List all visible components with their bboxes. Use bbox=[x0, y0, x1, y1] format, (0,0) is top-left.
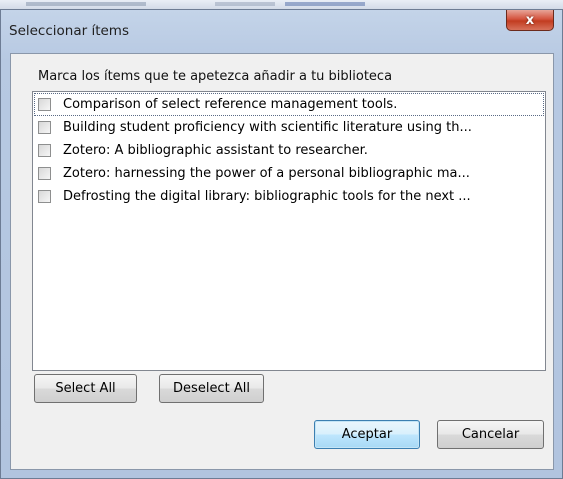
item-label: Zotero: harnessing the power of a person… bbox=[63, 166, 470, 181]
title-bar[interactable]: Seleccionar ítems x bbox=[1, 10, 562, 54]
item-label: Defrosting the digital library: bibliogr… bbox=[63, 189, 471, 204]
list-item[interactable]: Building student proficiency with scient… bbox=[34, 116, 544, 139]
dialog-content: Marca los ítems que te apetezca añadir a… bbox=[10, 53, 554, 470]
item-checkbox[interactable] bbox=[38, 98, 51, 111]
item-label: Comparison of select reference managemen… bbox=[63, 97, 398, 112]
select-items-dialog: Seleccionar ítems x Marca los ítems que … bbox=[0, 9, 563, 479]
items-list[interactable]: Comparison of select reference managemen… bbox=[32, 91, 546, 371]
background-window-detail bbox=[285, 2, 365, 6]
item-label: Building student proficiency with scient… bbox=[63, 120, 472, 135]
background-window-edge bbox=[0, 0, 563, 9]
list-item[interactable]: Zotero: harnessing the power of a person… bbox=[34, 162, 544, 185]
list-item[interactable]: Comparison of select reference managemen… bbox=[34, 93, 544, 116]
background-window-detail bbox=[215, 2, 275, 6]
item-label: Zotero: A bibliographic assistant to res… bbox=[63, 143, 368, 158]
item-checkbox[interactable] bbox=[38, 167, 51, 180]
accept-button[interactable]: Aceptar bbox=[314, 420, 420, 449]
list-item[interactable]: Defrosting the digital library: bibliogr… bbox=[34, 185, 544, 208]
item-checkbox[interactable] bbox=[38, 121, 51, 134]
deselect-all-button[interactable]: Deselect All bbox=[159, 374, 264, 403]
item-checkbox[interactable] bbox=[38, 144, 51, 157]
list-item[interactable]: Zotero: A bibliographic assistant to res… bbox=[34, 139, 544, 162]
cancel-button[interactable]: Cancelar bbox=[437, 420, 544, 449]
item-checkbox[interactable] bbox=[38, 190, 51, 203]
background-window-detail bbox=[26, 2, 146, 6]
dialog-title: Seleccionar ítems bbox=[9, 23, 129, 39]
instruction-text: Marca los ítems que te apetezca añadir a… bbox=[38, 69, 393, 84]
close-button[interactable]: x bbox=[506, 10, 554, 31]
select-all-button[interactable]: Select All bbox=[34, 374, 137, 403]
close-icon: x bbox=[525, 12, 535, 28]
